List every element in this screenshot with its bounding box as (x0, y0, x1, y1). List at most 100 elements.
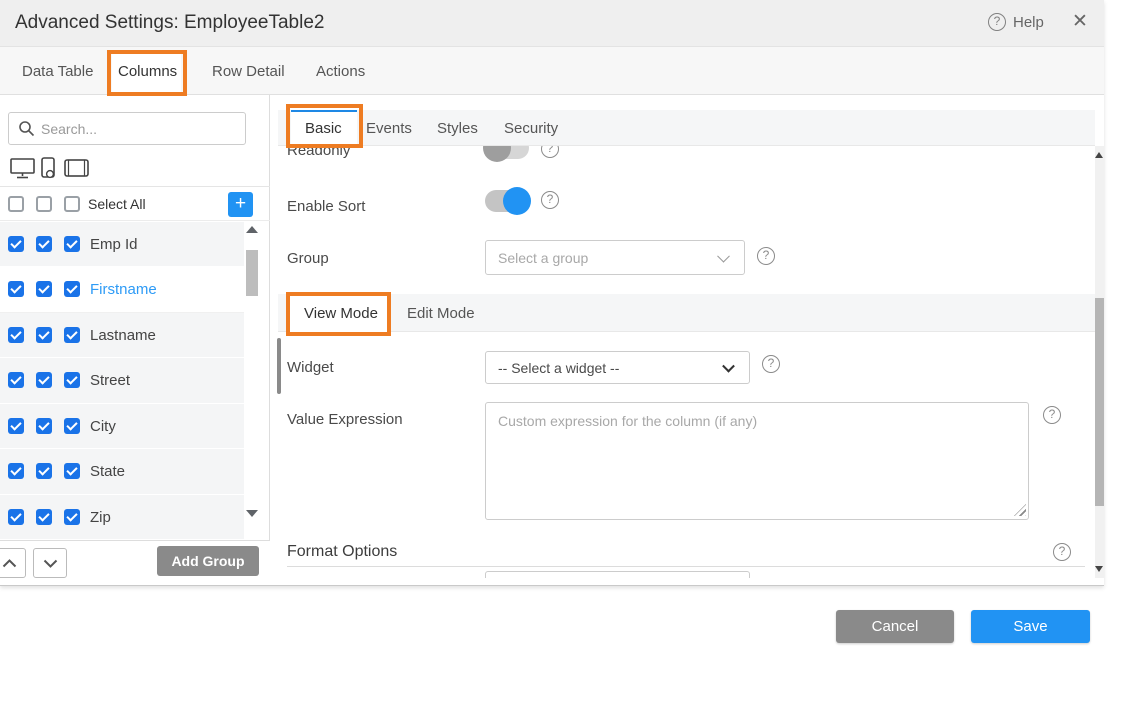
tab-data-table[interactable]: Data Table (22, 63, 93, 80)
tablet-icon[interactable] (64, 159, 89, 177)
pane-resize-handle[interactable] (277, 338, 281, 394)
column-checkbox-tablet[interactable] (64, 463, 80, 479)
column-list: Emp Id Firstname Lastname Street City St… (0, 222, 244, 540)
column-checkbox-desktop[interactable] (8, 418, 24, 434)
column-checkbox-tablet[interactable] (64, 281, 80, 297)
group-dropdown[interactable]: Select a group (485, 240, 745, 275)
search-input[interactable] (41, 113, 241, 144)
cancel-button[interactable]: Cancel (836, 610, 954, 643)
column-checkbox-desktop[interactable] (8, 327, 24, 343)
column-checkbox-tablet[interactable] (64, 327, 80, 343)
readonly-row: Readonly ? (278, 146, 898, 186)
sidebar-scrollbar-thumb[interactable] (246, 250, 258, 296)
add-column-button[interactable]: + (228, 192, 253, 217)
readonly-help-icon[interactable]: ? (541, 146, 559, 158)
sidebar-scrollbar[interactable] (246, 222, 259, 540)
tab-edit-mode[interactable]: Edit Mode (407, 305, 475, 322)
column-checkbox-mobile[interactable] (36, 327, 52, 343)
column-row[interactable]: Zip (0, 495, 244, 540)
widget-label: Widget (287, 359, 334, 376)
column-checkbox-tablet[interactable] (64, 236, 80, 252)
enable-sort-help-icon[interactable]: ? (541, 191, 559, 209)
column-label[interactable]: State (90, 463, 125, 480)
close-icon[interactable]: ✕ (1072, 10, 1088, 33)
scroll-up-icon[interactable] (1095, 152, 1103, 158)
value-expression-textarea[interactable] (485, 402, 1029, 520)
select-all-checkbox-desktop[interactable] (8, 196, 24, 212)
format-options-heading: Format Options (287, 543, 397, 561)
move-column-down-button[interactable] (33, 548, 67, 578)
group-label: Group (287, 250, 329, 267)
tab-styles[interactable]: Styles (437, 120, 478, 137)
tab-basic[interactable]: Basic (305, 120, 342, 137)
widget-select-value: -- Select a widget -- (498, 360, 619, 376)
column-label[interactable]: Emp Id (90, 236, 138, 253)
widget-select[interactable]: -- Select a widget -- (485, 351, 750, 384)
value-expression-label: Value Expression (287, 411, 403, 428)
dialog-title: Advanced Settings: EmployeeTable2 (15, 12, 324, 34)
column-row[interactable]: Emp Id (0, 222, 244, 267)
move-column-up-button[interactable] (0, 548, 26, 578)
format-options-help-icon[interactable]: ? (1053, 543, 1071, 561)
scroll-down-icon[interactable] (1095, 566, 1103, 572)
tab-columns[interactable]: Columns (118, 63, 177, 80)
select-all-checkbox-tablet[interactable] (64, 196, 80, 212)
column-checkbox-mobile[interactable] (36, 509, 52, 525)
column-label[interactable]: Lastname (90, 327, 156, 344)
format-options-divider (287, 566, 1085, 567)
clipped-input[interactable] (485, 571, 750, 578)
dialog-header: Advanced Settings: EmployeeTable2 ? Help… (0, 0, 1104, 47)
column-row[interactable]: City (0, 404, 244, 449)
group-dropdown-placeholder: Select a group (498, 250, 588, 266)
select-all-checkbox-mobile[interactable] (36, 196, 52, 212)
panel-scrollbar[interactable] (1095, 146, 1104, 578)
readonly-toggle[interactable] (485, 146, 529, 160)
select-all-label: Select All (88, 196, 146, 212)
column-checkbox-desktop[interactable] (8, 281, 24, 297)
column-label[interactable]: Firstname (90, 281, 157, 298)
column-label[interactable]: Zip (90, 509, 111, 526)
add-group-button[interactable]: Add Group (157, 546, 259, 576)
save-button[interactable]: Save (971, 610, 1090, 643)
scroll-down-icon[interactable] (246, 510, 258, 517)
search-icon (18, 120, 35, 137)
select-all-row: Select All + (0, 188, 270, 221)
column-checkbox-mobile[interactable] (36, 281, 52, 297)
mode-tab-bar: View Mode Edit Mode (278, 294, 1095, 332)
tab-actions[interactable]: Actions (316, 63, 365, 80)
enable-sort-toggle[interactable] (485, 189, 529, 213)
column-row[interactable]: Lastname (0, 313, 244, 358)
column-checkbox-desktop[interactable] (8, 236, 24, 252)
app-page: Advanced Settings: EmployeeTable2 ? Help… (0, 0, 1148, 717)
desktop-icon[interactable] (10, 158, 35, 179)
column-checkbox-tablet[interactable] (64, 372, 80, 388)
readonly-label: Readonly (287, 146, 350, 159)
tab-security[interactable]: Security (504, 120, 558, 137)
column-checkbox-mobile[interactable] (36, 236, 52, 252)
help-label: Help (1013, 14, 1044, 31)
tab-events[interactable]: Events (366, 120, 412, 137)
column-label[interactable]: City (90, 418, 116, 435)
column-row[interactable]: State (0, 449, 244, 494)
tab-row-detail[interactable]: Row Detail (212, 63, 285, 80)
widget-help-icon[interactable]: ? (762, 355, 780, 373)
column-checkbox-desktop[interactable] (8, 372, 24, 388)
column-row[interactable]: Street (0, 358, 244, 403)
scroll-up-icon[interactable] (246, 226, 258, 233)
column-checkbox-mobile[interactable] (36, 463, 52, 479)
column-checkbox-tablet[interactable] (64, 509, 80, 525)
group-help-icon[interactable]: ? (757, 247, 775, 265)
column-row[interactable]: Firstname (0, 267, 244, 312)
tab-view-mode[interactable]: View Mode (304, 305, 378, 322)
sidebar-bottom-bar: Add Group (0, 540, 270, 585)
help-button[interactable]: ? Help (988, 13, 1044, 31)
column-checkbox-desktop[interactable] (8, 463, 24, 479)
column-label[interactable]: Street (90, 372, 130, 389)
panel-scrollbar-thumb[interactable] (1095, 298, 1104, 506)
column-checkbox-tablet[interactable] (64, 418, 80, 434)
mobile-icon[interactable] (41, 157, 57, 180)
value-expression-help-icon[interactable]: ? (1043, 406, 1061, 424)
column-checkbox-mobile[interactable] (36, 372, 52, 388)
column-checkbox-desktop[interactable] (8, 509, 24, 525)
column-checkbox-mobile[interactable] (36, 418, 52, 434)
